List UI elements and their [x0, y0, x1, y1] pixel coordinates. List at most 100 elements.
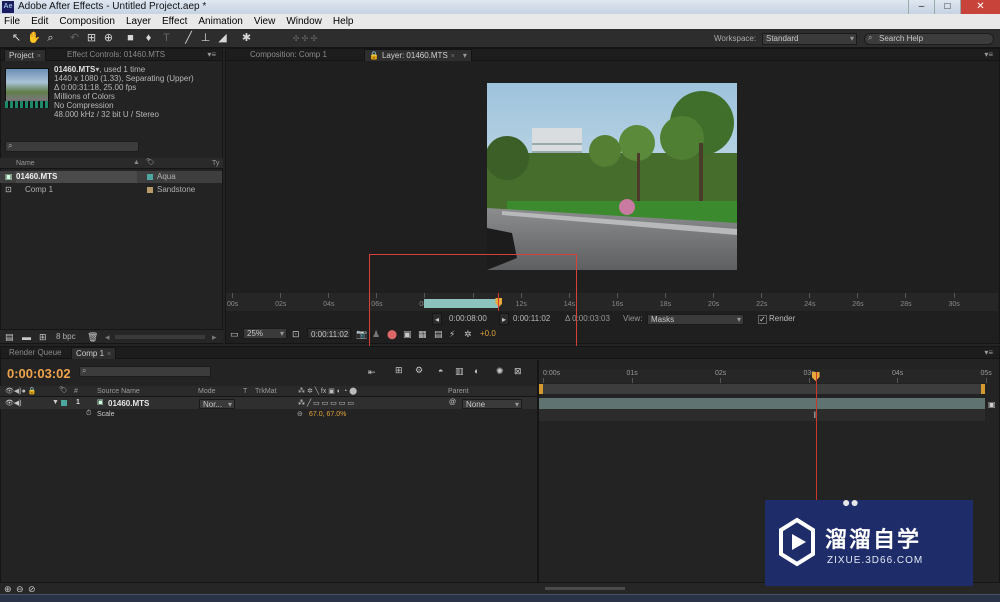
text-tool-icon[interactable]: T: [160, 32, 173, 45]
ruler-label: 28s: [900, 301, 912, 308]
layer-switches[interactable]: ⁂ ╱ ▭ ▭ ▭ ▭ ▭: [298, 399, 354, 407]
title-bar: Ae Adobe After Effects - Untitled Projec…: [0, 0, 1000, 14]
menu-view[interactable]: View: [254, 16, 276, 27]
current-time-display[interactable]: 0:00:11:02: [307, 328, 351, 339]
new-comp-icon[interactable]: ⊞: [39, 332, 47, 342]
timeline-search-input[interactable]: [79, 366, 211, 377]
bpc-label[interactable]: 8 bpc: [56, 332, 76, 341]
camera-tool-icon[interactable]: ⊞: [85, 32, 98, 45]
magnification-dropdown[interactable]: 25%: [243, 328, 287, 339]
motion-blur-icon[interactable]: ◐: [474, 366, 479, 376]
scroll-left-icon[interactable]: ◂: [105, 332, 110, 342]
watermark-badge: 溜溜自学 ZIXUE.3D66.COM: [765, 500, 973, 586]
ruler-label: 16s: [611, 301, 624, 308]
rotation-tool-icon[interactable]: ↶: [68, 32, 81, 45]
sort-arrow-icon[interactable]: ▲: [133, 159, 140, 166]
selection-tool-icon[interactable]: ↖: [10, 32, 23, 45]
layer-mode-dropdown[interactable]: Nor...: [199, 399, 235, 410]
work-area-start-handle[interactable]: [539, 384, 543, 394]
tab-effect-controls[interactable]: Effect Controls: 01460.MTS: [63, 49, 169, 61]
zoom-tool-icon[interactable]: ⌕: [44, 32, 57, 45]
scroll-right-icon[interactable]: ▸: [212, 332, 217, 342]
menu-animation[interactable]: Animation: [198, 16, 242, 27]
clone-stamp-tool-icon[interactable]: ⊥: [199, 32, 212, 45]
viewer-menu-icon[interactable]: ▾≡: [984, 50, 993, 59]
timeline-playhead-line: [815, 372, 817, 510]
menu-layer[interactable]: Layer: [126, 16, 151, 27]
toggle-switches-icon[interactable]: ⊕: [4, 584, 12, 594]
axis-mode-icons[interactable]: ✣ ✣ ✣: [285, 32, 325, 45]
tab-layer[interactable]: 🔒 Layer: 01460.MTS × ▾: [364, 49, 472, 61]
layer-name[interactable]: 01460.MTS: [108, 399, 149, 408]
tab-comp-1[interactable]: Comp 1 ×: [71, 347, 117, 359]
draft-3d-icon[interactable]: ⚙: [415, 365, 423, 375]
view-dropdown[interactable]: Masks: [647, 314, 744, 325]
project-scrollbar[interactable]: [115, 335, 205, 339]
menu-window[interactable]: Window: [286, 16, 322, 27]
comp-button-icon[interactable]: ▣: [988, 400, 996, 409]
render-checkbox[interactable]: ✓: [758, 315, 767, 324]
toggle-in-out-icon[interactable]: ⊘: [28, 584, 36, 594]
ruler-tick: [905, 293, 907, 298]
always-preview-icon[interactable]: ▭: [230, 329, 239, 339]
project-item-footage[interactable]: ▣ 01460.MTS Aqua: [0, 171, 222, 183]
brush-tool-icon[interactable]: ╱: [182, 32, 195, 45]
safe-zones-icon[interactable]: ⊡: [292, 329, 300, 339]
search-help-input[interactable]: Search Help: [864, 33, 994, 45]
layer-label-color[interactable]: [61, 400, 67, 406]
column-trkmat: TrkMat: [255, 388, 277, 395]
app-icon: Ae: [2, 1, 14, 13]
menu-edit[interactable]: Edit: [31, 16, 48, 27]
snapshot-icon[interactable]: 📷: [356, 329, 367, 339]
column-type[interactable]: Ty: [212, 160, 219, 167]
work-area-end-handle[interactable]: [981, 384, 985, 394]
project-search-input[interactable]: [5, 141, 139, 152]
constrain-proportions-icon[interactable]: ⊝: [297, 410, 303, 418]
panel-menu-icon[interactable]: ▾≡: [207, 50, 216, 59]
zoom-slider[interactable]: [545, 587, 625, 590]
parent-dropdown[interactable]: None: [462, 399, 522, 410]
hide-shy-layers-icon[interactable]: ◓: [438, 366, 443, 376]
tab-project[interactable]: Project ×: [4, 49, 46, 61]
eraser-tool-icon[interactable]: ◢: [216, 32, 229, 45]
tab-composition[interactable]: Composition: Comp 1: [246, 49, 331, 61]
menu-file[interactable]: File: [4, 16, 20, 27]
close-button[interactable]: ✕: [960, 0, 1000, 14]
graph-editor-icon[interactable]: ⊠: [514, 366, 522, 376]
minimize-button[interactable]: –: [908, 0, 934, 14]
hand-tool-icon[interactable]: ✋: [27, 32, 41, 45]
maximize-button[interactable]: □: [934, 0, 960, 14]
pan-behind-tool-icon[interactable]: ⊕: [102, 32, 115, 45]
column-source-name[interactable]: Source Name: [97, 388, 140, 395]
column-name[interactable]: Name: [16, 160, 35, 167]
pickwhip-icon[interactable]: @: [449, 399, 456, 406]
label-column-icon[interactable]: 🏷: [146, 158, 155, 166]
menu-composition[interactable]: Composition: [59, 16, 115, 27]
project-item-comp[interactable]: ⊡ Comp 1 Sandstone: [0, 184, 222, 196]
layer-row[interactable]: [0, 397, 537, 409]
tab-render-queue[interactable]: Render Queue: [5, 347, 65, 359]
frame-blending-icon[interactable]: ▥: [455, 366, 464, 376]
stopwatch-icon[interactable]: ⏱: [86, 410, 91, 418]
workspace-dropdown[interactable]: Standard: [762, 33, 857, 45]
work-area-bar[interactable]: [539, 384, 985, 394]
comp-mini-flowchart-icon[interactable]: ⇤: [368, 367, 376, 377]
interpret-footage-icon[interactable]: ▤: [5, 332, 14, 342]
trash-icon[interactable]: 🗑: [87, 332, 98, 342]
expand-triangle-icon[interactable]: ▼: [52, 399, 59, 406]
layer-duration-bar[interactable]: [539, 398, 985, 409]
column-mode: Mode: [198, 388, 216, 395]
live-update-icon[interactable]: ⊞: [395, 365, 403, 375]
new-folder-icon[interactable]: ▬: [22, 332, 31, 342]
layer-visibility-icons[interactable]: 👁◀): [5, 399, 22, 407]
toggle-modes-icon[interactable]: ⊖: [16, 584, 24, 594]
pen-tool-icon[interactable]: ♦: [142, 32, 155, 45]
rectangle-tool-icon[interactable]: ■: [124, 32, 137, 45]
menu-help[interactable]: Help: [333, 16, 354, 27]
puppet-tool-icon[interactable]: ✱: [240, 32, 253, 45]
brainstorm-icon[interactable]: ✺: [496, 366, 504, 376]
timeline-current-time[interactable]: 0:00:03:02: [7, 366, 71, 381]
property-value[interactable]: 67.0, 67.0%: [309, 411, 346, 418]
timeline-menu-icon[interactable]: ▾≡: [984, 348, 993, 357]
menu-effect[interactable]: Effect: [162, 16, 187, 27]
